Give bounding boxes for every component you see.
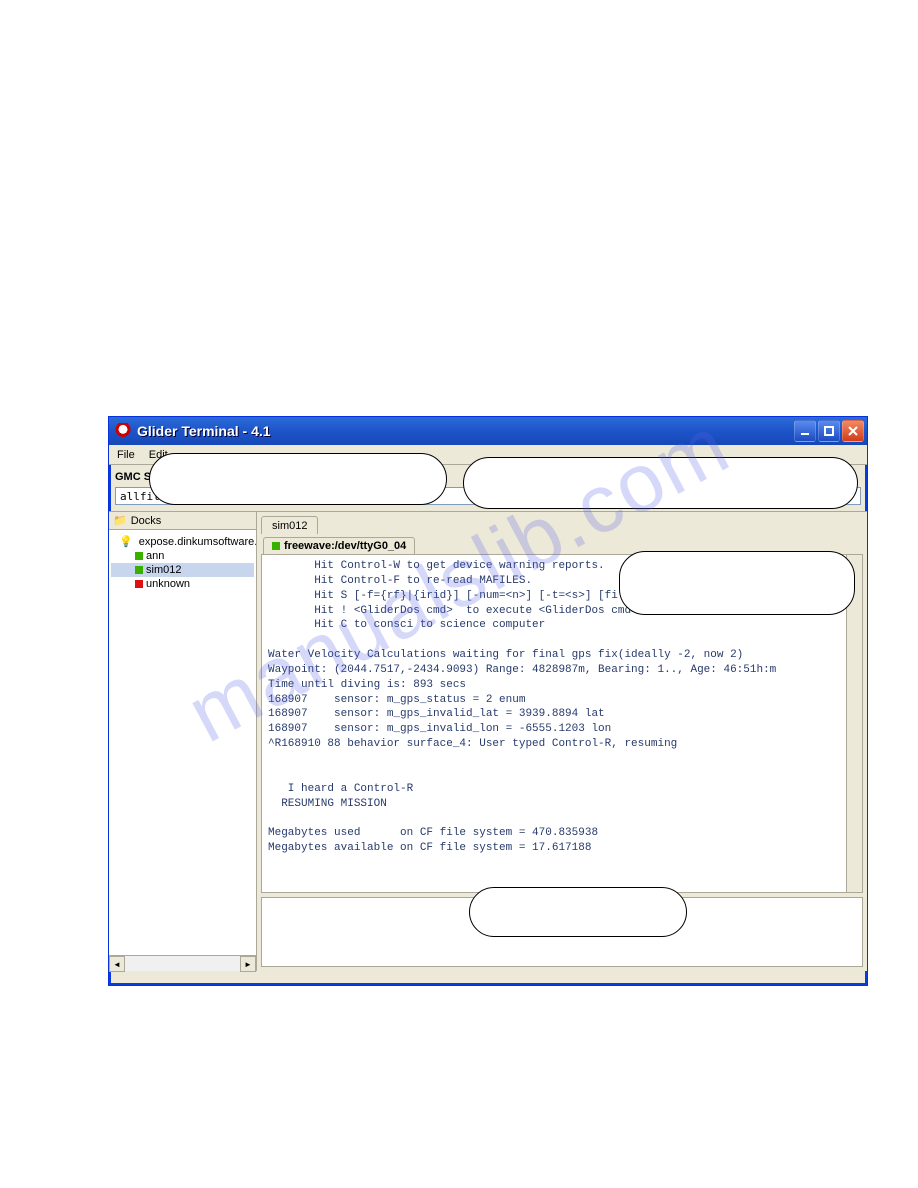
app-window: Glider Terminal - 4.1 File Edit GMC S al… bbox=[108, 416, 868, 986]
tree-root[interactable]: 💡 expose.dinkumsoftware.com bbox=[111, 534, 254, 549]
titlebar[interactable]: Glider Terminal - 4.1 bbox=[109, 417, 867, 445]
terminal-line bbox=[268, 767, 856, 782]
callout-bubble bbox=[469, 887, 687, 937]
tree-item-sim012[interactable]: sim012 bbox=[111, 563, 254, 577]
window-title: Glider Terminal - 4.1 bbox=[137, 423, 794, 439]
tree-item-label: sim012 bbox=[146, 564, 181, 576]
status-icon bbox=[272, 542, 280, 550]
terminal-line: 168907 sensor: m_gps_status = 2 enum bbox=[268, 693, 856, 708]
scroll-left-icon[interactable]: ◄ bbox=[109, 956, 125, 972]
terminal-line: Megabytes used on CF file system = 470.8… bbox=[268, 826, 856, 841]
terminal-line bbox=[268, 811, 856, 826]
callout-bubble bbox=[149, 453, 447, 505]
folder-icon: 📁 bbox=[113, 514, 127, 527]
java-icon bbox=[115, 423, 131, 439]
terminal-line: 168907 sensor: m_gps_invalid_lat = 3939.… bbox=[268, 707, 856, 722]
tree-item-unknown[interactable]: unknown bbox=[111, 577, 254, 591]
minimize-button[interactable] bbox=[794, 420, 816, 442]
terminal-line: 168907 sensor: m_gps_invalid_lon = -6555… bbox=[268, 722, 856, 737]
tab-label: sim012 bbox=[272, 520, 307, 532]
callout-bubble bbox=[619, 551, 855, 615]
scroll-track[interactable] bbox=[125, 956, 240, 971]
tab-sim012[interactable]: sim012 bbox=[261, 516, 318, 534]
terminal-line: Waypoint: (2044.7517,-2434.9093) Range: … bbox=[268, 663, 856, 678]
status-icon bbox=[135, 580, 143, 588]
terminal-line bbox=[268, 633, 856, 648]
sub-tab-label: freewave:/dev/ttyG0_04 bbox=[284, 540, 406, 552]
gmc-label: GMC S bbox=[115, 471, 151, 483]
tree-item-label: ann bbox=[146, 550, 164, 562]
terminal-line: Water Velocity Calculations waiting for … bbox=[268, 648, 856, 663]
window-controls bbox=[794, 420, 864, 442]
tree-item-ann[interactable]: ann bbox=[111, 549, 254, 563]
close-button[interactable] bbox=[842, 420, 864, 442]
tree-item-label: unknown bbox=[146, 578, 190, 590]
sidebar-scrollbar[interactable]: ◄ ► bbox=[109, 955, 256, 971]
status-icon bbox=[135, 566, 143, 574]
status-icon bbox=[135, 552, 143, 560]
callout-bubble bbox=[463, 457, 858, 509]
terminal-line: Hit C to consci to science computer bbox=[268, 618, 856, 633]
terminal-line: Megabytes available on CF file system = … bbox=[268, 841, 856, 856]
terminal-line: RESUMING MISSION bbox=[268, 797, 856, 812]
bulb-icon: 💡 bbox=[119, 535, 133, 548]
tree: 💡 expose.dinkumsoftware.com ann sim012 u… bbox=[109, 530, 256, 955]
terminal-line: Time until diving is: 893 secs bbox=[268, 678, 856, 693]
terminal-line: ^R168910 88 behavior surface_4: User typ… bbox=[268, 737, 856, 752]
menu-file[interactable]: File bbox=[113, 447, 139, 463]
terminal-line: I heard a Control-R bbox=[268, 782, 856, 797]
sub-tab-freewave[interactable]: freewave:/dev/ttyG0_04 bbox=[263, 537, 415, 554]
terminal-line bbox=[268, 752, 856, 767]
tab-row: sim012 bbox=[257, 512, 867, 534]
sidebar-title: Docks bbox=[131, 515, 162, 527]
tree-root-label: expose.dinkumsoftware.com bbox=[139, 536, 256, 548]
scroll-right-icon[interactable]: ► bbox=[240, 956, 256, 972]
sidebar-header: 📁 Docks bbox=[109, 512, 256, 530]
sidebar: 📁 Docks 💡 expose.dinkumsoftware.com ann … bbox=[109, 512, 257, 971]
maximize-button[interactable] bbox=[818, 420, 840, 442]
